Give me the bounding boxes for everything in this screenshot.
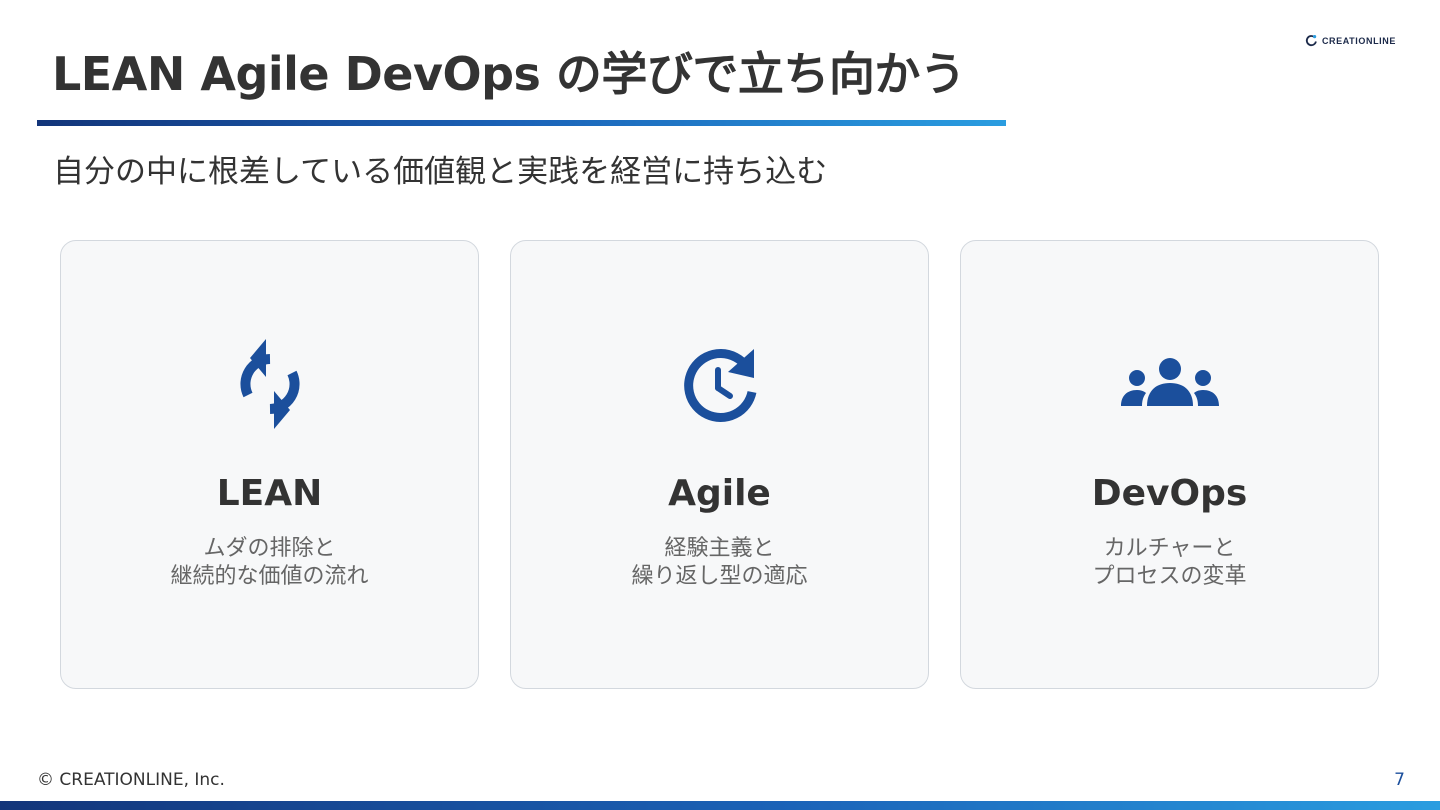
card-agile: Agile 経験主義と 繰り返し型の適応 xyxy=(510,240,929,689)
card-title: Agile xyxy=(668,473,771,514)
sync-icon xyxy=(220,339,320,429)
card-description-line: プロセスの変革 xyxy=(1092,564,1247,589)
clock-refresh-icon xyxy=(670,339,770,429)
company-logo: CREATIONLINE xyxy=(1305,34,1396,47)
card-title: DevOps xyxy=(1091,473,1248,514)
people-group-icon xyxy=(1120,339,1220,429)
card-title: LEAN xyxy=(216,473,323,514)
logo-text: CREATIONLINE xyxy=(1321,35,1396,46)
card-description-line: カルチャーと xyxy=(1103,536,1236,561)
card-description: ムダの排除と 継続的な価値の流れ xyxy=(61,535,478,591)
slide-subtitle: 自分の中に根差している価値観と実践を経営に持ち込む xyxy=(53,154,828,190)
copyright-text: © CREATIONLINE, Inc. xyxy=(37,770,225,790)
card-description-line: 継続的な価値の流れ xyxy=(170,564,369,589)
card-description-line: 経験主義と xyxy=(664,536,775,561)
card-description-line: 繰り返し型の適応 xyxy=(631,564,808,589)
card-row: LEAN ムダの排除と 継続的な価値の流れ Agile 経験主義と 繰り返し型の… xyxy=(60,240,1381,691)
card-description-line: ムダの排除と xyxy=(203,536,336,561)
card-description: カルチャーと プロセスの変革 xyxy=(961,535,1378,591)
card-lean: LEAN ムダの排除と 継続的な価値の流れ xyxy=(60,240,479,689)
page-number: 7 xyxy=(1394,770,1405,790)
creationline-logo-icon xyxy=(1305,35,1317,47)
slide-title: LEAN Agile DevOps の学びで立ち向かう xyxy=(52,47,966,101)
title-underline xyxy=(37,120,1006,126)
card-devops: DevOps カルチャーと プロセスの変革 xyxy=(960,240,1379,689)
card-description: 経験主義と 繰り返し型の適応 xyxy=(511,535,928,591)
footer-bar xyxy=(0,801,1440,810)
